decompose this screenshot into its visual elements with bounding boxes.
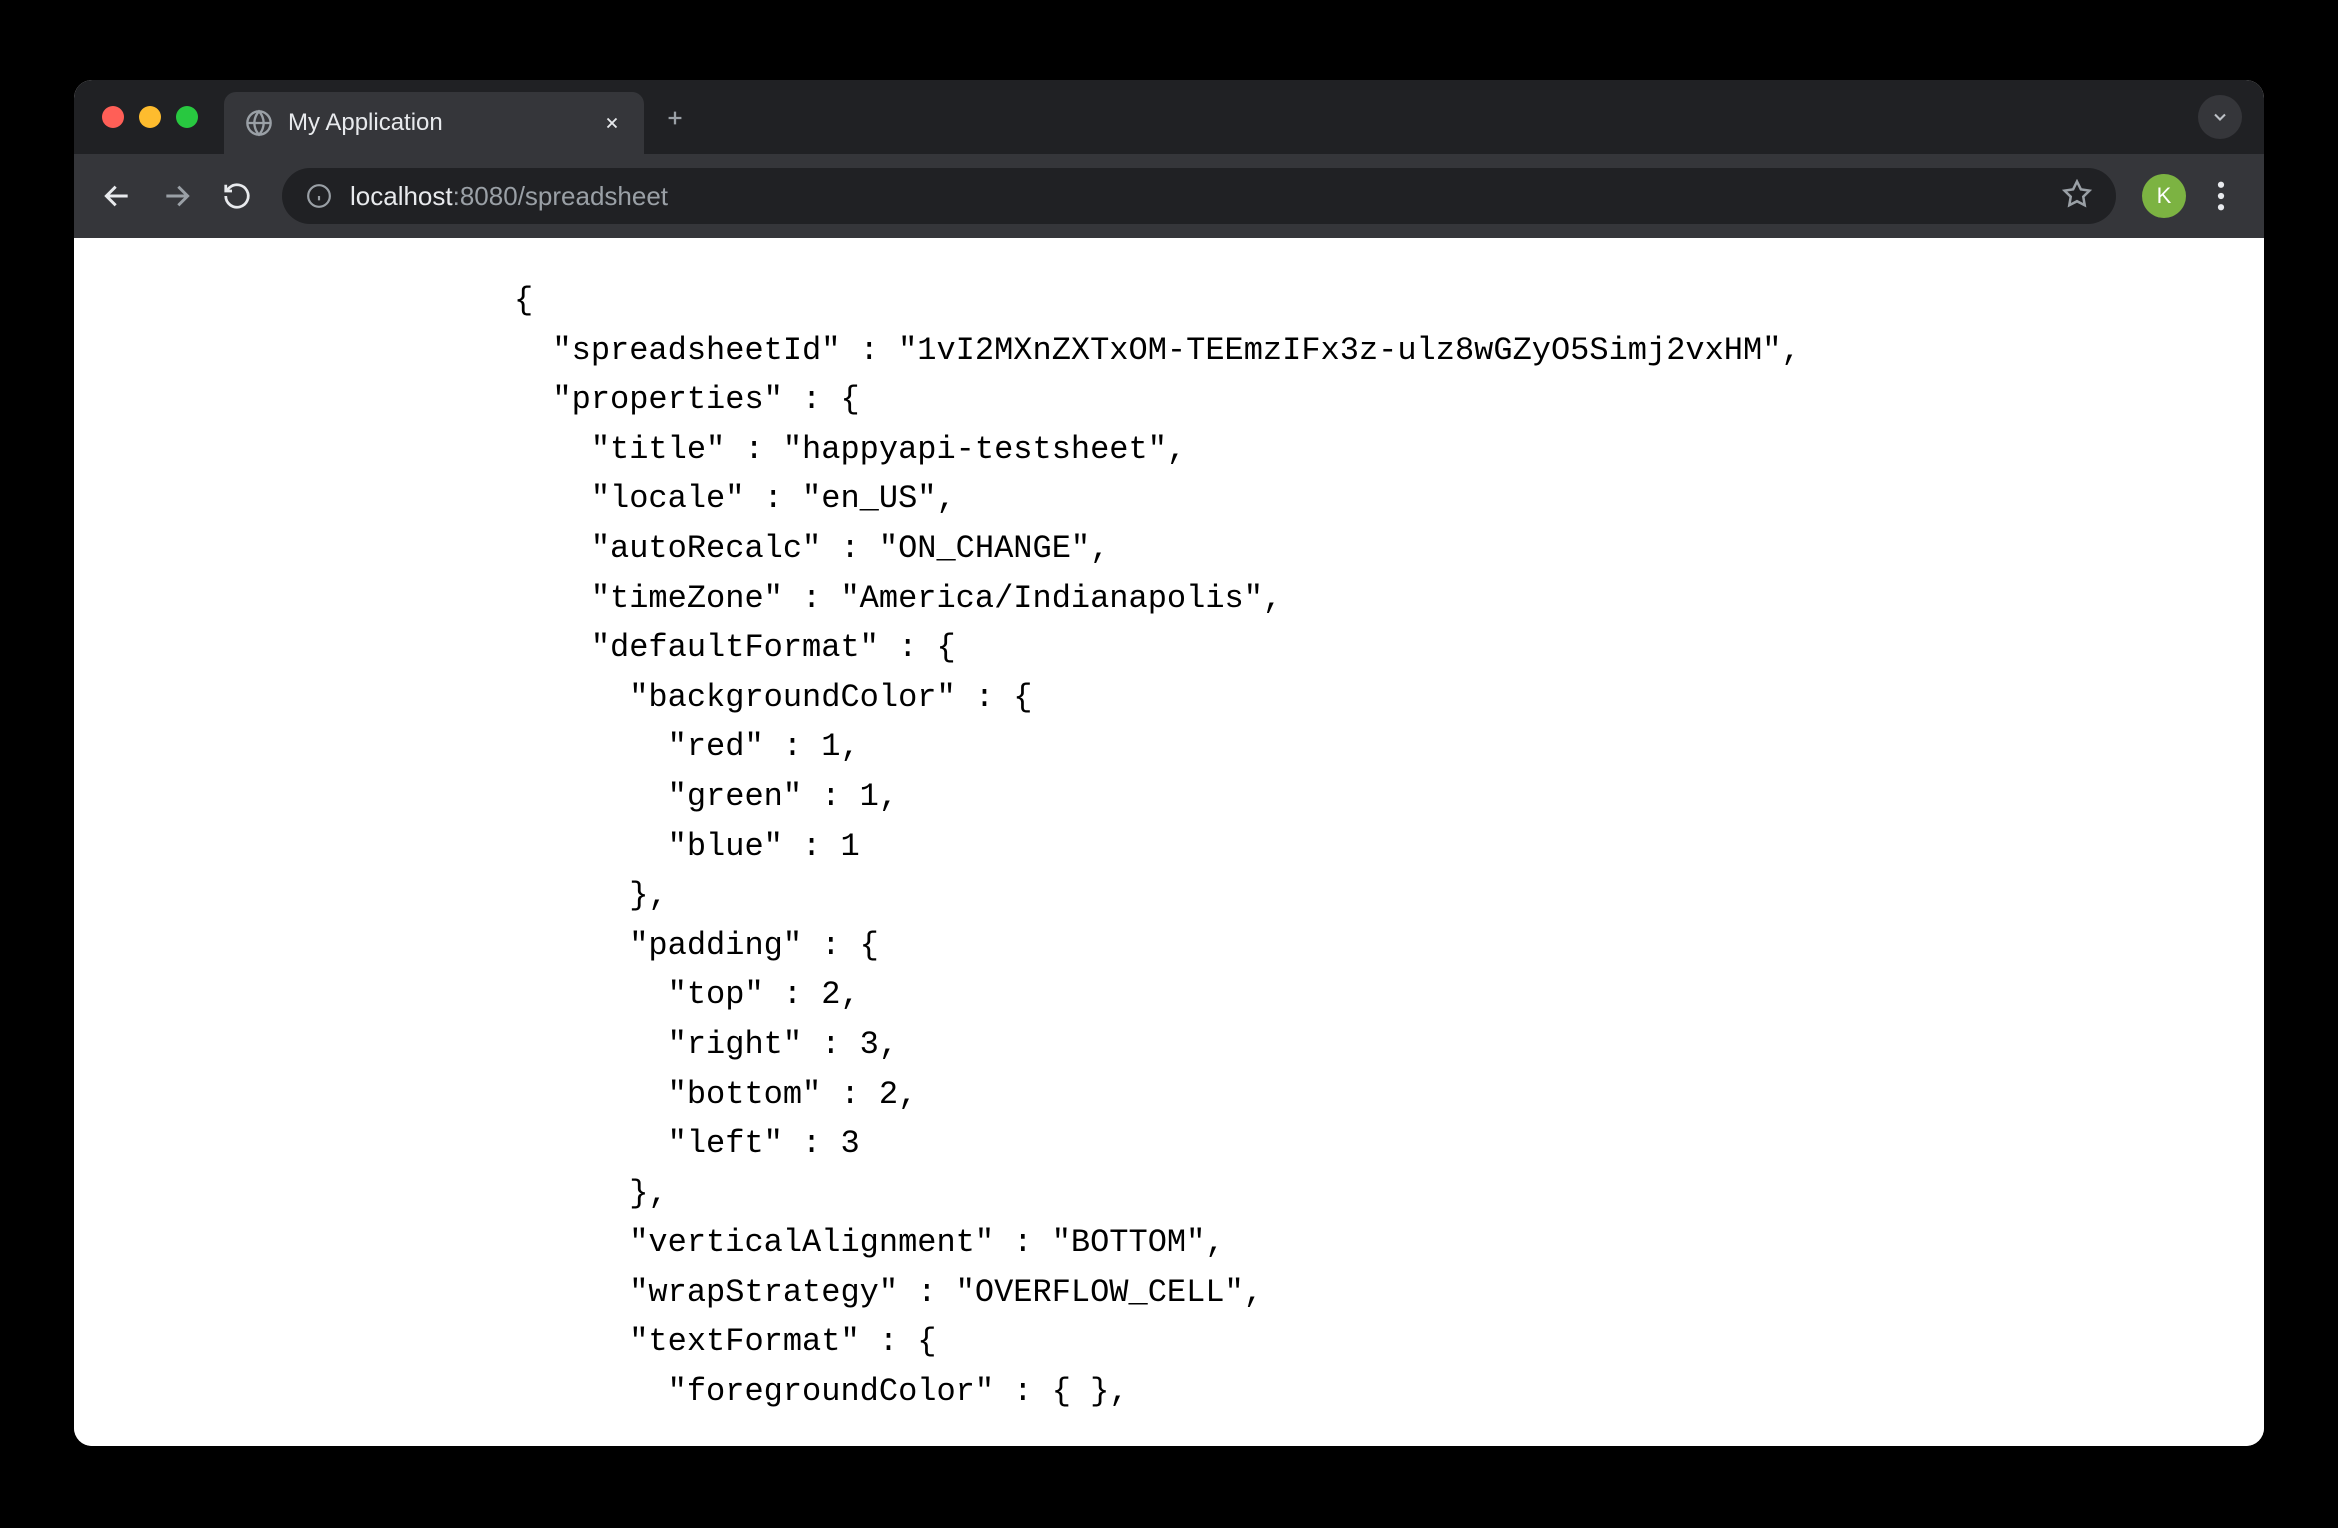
close-window-button[interactable] xyxy=(102,106,124,128)
url-host: localhost xyxy=(350,181,453,211)
url-path: :8080/spreadsheet xyxy=(453,181,668,211)
menu-button[interactable] xyxy=(2196,171,2246,221)
page-content: { "spreadsheetId" : "1vI2MXnZXTxOM-TEEmz… xyxy=(74,238,2264,1446)
site-info-icon[interactable] xyxy=(306,183,332,209)
url-text: localhost:8080/spreadsheet xyxy=(350,181,2044,212)
json-response-body: { "spreadsheetId" : "1vI2MXnZXTxOM-TEEmz… xyxy=(514,276,2264,1417)
tab-bar: My Application xyxy=(74,80,2264,154)
bookmark-star-icon[interactable] xyxy=(2062,179,2092,214)
globe-icon xyxy=(244,108,274,138)
window-controls xyxy=(102,106,198,128)
tab-title: My Application xyxy=(288,109,586,137)
maximize-window-button[interactable] xyxy=(176,106,198,128)
tab-overflow-button[interactable] xyxy=(2198,95,2242,139)
close-tab-button[interactable] xyxy=(600,111,624,135)
profile-letter: K xyxy=(2157,183,2172,209)
forward-button[interactable] xyxy=(152,171,202,221)
profile-avatar-button[interactable]: K xyxy=(2142,174,2186,218)
minimize-window-button[interactable] xyxy=(139,106,161,128)
new-tab-button[interactable] xyxy=(644,103,706,137)
address-bar[interactable]: localhost:8080/spreadsheet xyxy=(282,168,2116,224)
browser-window: My Application xyxy=(74,80,2264,1446)
browser-tab[interactable]: My Application xyxy=(224,92,644,154)
toolbar: localhost:8080/spreadsheet K xyxy=(74,154,2264,238)
back-button[interactable] xyxy=(92,171,142,221)
reload-button[interactable] xyxy=(212,171,262,221)
